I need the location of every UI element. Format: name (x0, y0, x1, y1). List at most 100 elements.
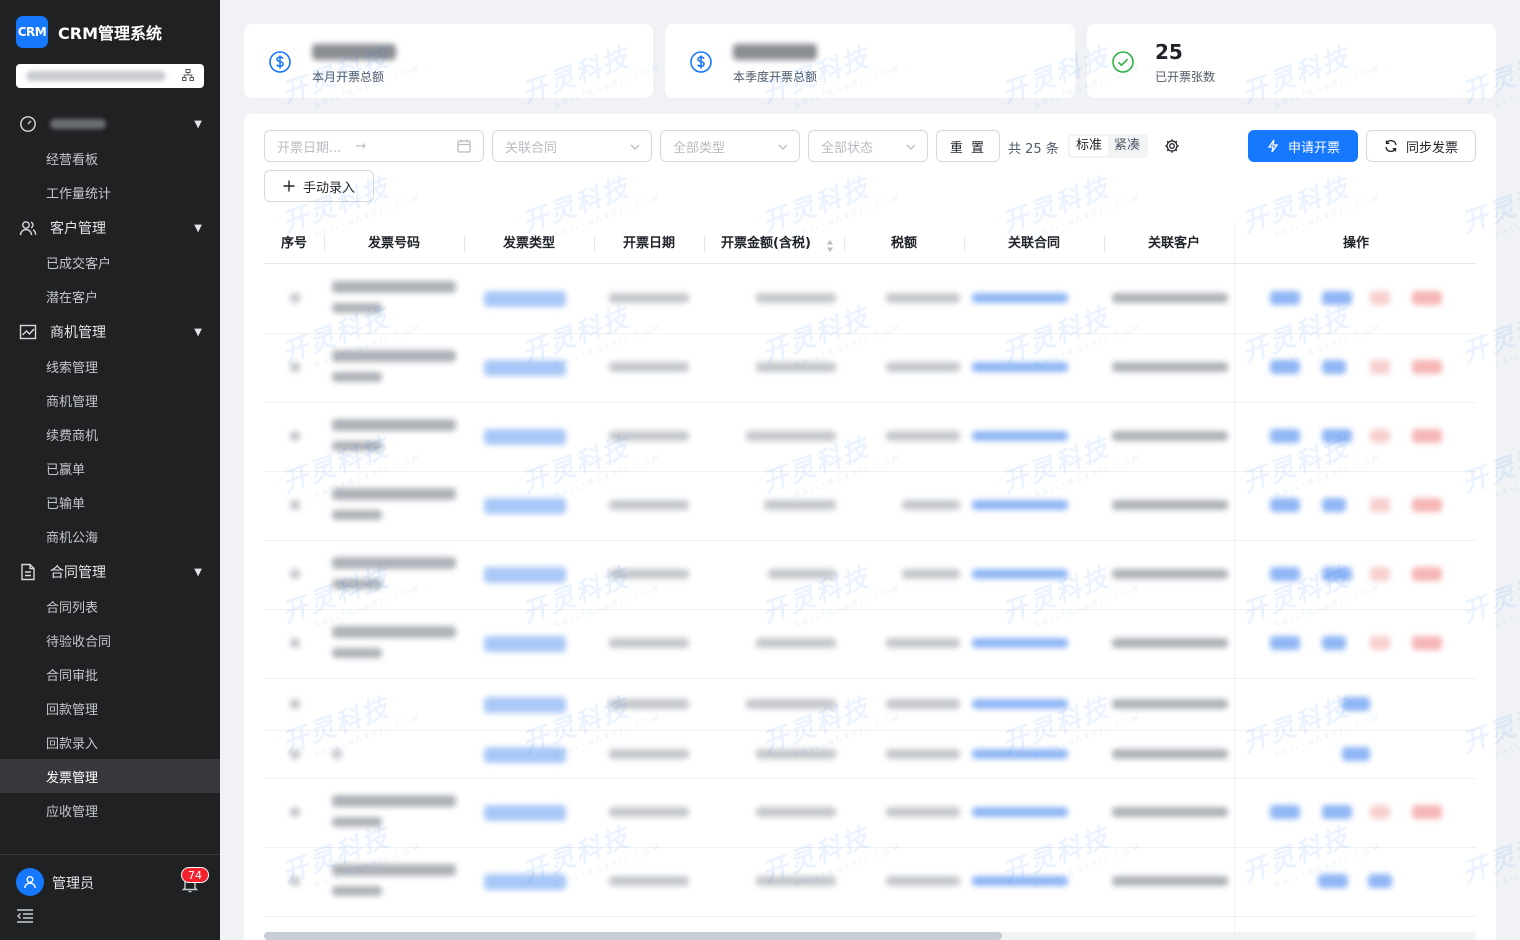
sidebar-item-opportunities[interactable]: 商机管理 (0, 383, 220, 417)
brand[interactable]: CRM CRM管理系统 (16, 15, 162, 49)
action-link-redacted[interactable] (1322, 498, 1346, 512)
density-option-compact[interactable]: 紧凑 (1108, 136, 1146, 156)
cell-redacted (609, 807, 689, 817)
nav-group-header-opportunities[interactable]: 商机管理 ▼ (0, 315, 220, 349)
cell-redacted (290, 807, 300, 817)
contract-link-redacted[interactable] (972, 749, 1068, 759)
action-link-redacted[interactable] (1322, 360, 1346, 374)
opportunity-chart-icon (18, 322, 38, 342)
table-row[interactable] (264, 779, 1476, 848)
action-link-redacted[interactable] (1412, 636, 1442, 650)
nav-group-header-contracts[interactable]: 合同管理 ▼ (0, 555, 220, 589)
action-link-redacted[interactable] (1270, 360, 1300, 374)
action-link-redacted[interactable] (1412, 360, 1442, 374)
action-link-redacted[interactable] (1370, 498, 1390, 512)
sidebar-item-contract-approval[interactable]: 合同审批 (0, 657, 220, 691)
action-link-redacted[interactable] (1322, 567, 1352, 581)
type-select[interactable]: 全部类型 (660, 130, 800, 162)
action-link-redacted[interactable] (1370, 360, 1390, 374)
sidebar-item-contract-list[interactable]: 合同列表 (0, 589, 220, 623)
action-link-redacted[interactable] (1270, 291, 1300, 305)
action-link-redacted[interactable] (1270, 567, 1300, 581)
table-row[interactable] (264, 679, 1476, 731)
column-header-amount[interactable]: 开票金额(含税) (704, 224, 844, 264)
organization-select[interactable] (16, 64, 204, 88)
action-link-redacted[interactable] (1322, 636, 1346, 650)
sidebar-item-closed-customers[interactable]: 已成交客户 (0, 245, 220, 279)
sidebar-item-leads[interactable]: 线索管理 (0, 349, 220, 383)
action-link-redacted[interactable] (1318, 874, 1348, 888)
action-link-redacted[interactable] (1412, 498, 1442, 512)
sidebar-item-opportunity-pool[interactable]: 商机公海 (0, 519, 220, 553)
contract-link-redacted[interactable] (972, 569, 1068, 579)
action-link-redacted[interactable] (1370, 567, 1390, 581)
table-row[interactable] (264, 610, 1476, 679)
action-link-redacted[interactable] (1322, 805, 1352, 819)
action-link-redacted[interactable] (1322, 429, 1352, 443)
sidebar-item-invoice-management[interactable]: 发票管理 (0, 759, 220, 793)
action-link-redacted[interactable] (1412, 429, 1442, 443)
cell-redacted (332, 419, 456, 431)
action-link-redacted[interactable] (1370, 636, 1390, 650)
table-row[interactable] (264, 731, 1476, 779)
action-link-redacted[interactable] (1412, 567, 1442, 581)
action-link-redacted[interactable] (1368, 874, 1392, 888)
sidebar-item-potential-customers[interactable]: 潜在客户 (0, 279, 220, 313)
sidebar-item-won-deals[interactable]: 已赢单 (0, 451, 220, 485)
manual-entry-button[interactable]: 手动录入 (264, 170, 374, 202)
reset-button[interactable]: 重 置 (936, 130, 1000, 162)
nav-group-header-customers[interactable]: 客户管理 ▼ (0, 211, 220, 245)
table-row[interactable] (264, 334, 1476, 403)
action-link-redacted[interactable] (1270, 429, 1300, 443)
nav-group-opportunities: 商机管理 ▼ 线索管理 商机管理 续费商机 已赢单 已输单 商机公海 (0, 315, 220, 553)
action-link-redacted[interactable] (1412, 291, 1442, 305)
horizontal-scrollbar[interactable] (264, 932, 1476, 940)
sync-invoice-button[interactable]: 同步发票 (1366, 130, 1476, 162)
sidebar-item-workload-stats[interactable]: 工作量统计 (0, 175, 220, 209)
gear-icon[interactable] (1164, 138, 1180, 158)
sort-icon[interactable] (826, 238, 834, 257)
invoice-type-tag-redacted (484, 747, 566, 763)
contract-link-redacted[interactable] (972, 362, 1068, 372)
action-link-redacted[interactable] (1342, 697, 1370, 711)
table-row[interactable] (264, 472, 1476, 541)
action-link-redacted[interactable] (1412, 805, 1442, 819)
contract-select[interactable]: 关联合同 (492, 130, 652, 162)
action-link-redacted[interactable] (1322, 291, 1352, 305)
table-row[interactable] (264, 403, 1476, 472)
sidebar-item-lost-deals[interactable]: 已输单 (0, 485, 220, 519)
apply-invoice-button[interactable]: 申请开票 (1248, 130, 1358, 162)
action-link-redacted[interactable] (1270, 805, 1300, 819)
sidebar-item-payment-entry[interactable]: 回款录入 (0, 725, 220, 759)
action-link-redacted[interactable] (1370, 805, 1390, 819)
cell-redacted (290, 876, 300, 886)
scrollbar-thumb[interactable] (264, 932, 1002, 940)
sidebar-item-business-dashboard[interactable]: 经营看板 (0, 141, 220, 175)
date-range-picker[interactable]: 开票日期... → (264, 130, 484, 162)
table-row[interactable] (264, 848, 1476, 917)
contract-link-redacted[interactable] (972, 876, 1068, 886)
table-row[interactable] (264, 541, 1476, 610)
action-link-redacted[interactable] (1342, 747, 1370, 761)
avatar[interactable] (16, 868, 44, 896)
contract-link-redacted[interactable] (972, 638, 1068, 648)
contract-link-redacted[interactable] (972, 293, 1068, 303)
sidebar-item-renewal-opportunities[interactable]: 续费商机 (0, 417, 220, 451)
sidebar-item-pending-acceptance[interactable]: 待验收合同 (0, 623, 220, 657)
contract-link-redacted[interactable] (972, 807, 1068, 817)
contract-link-redacted[interactable] (972, 431, 1068, 441)
action-link-redacted[interactable] (1370, 429, 1390, 443)
menu-collapse-icon[interactable] (16, 908, 34, 928)
contract-link-redacted[interactable] (972, 699, 1068, 709)
sidebar-item-receivables[interactable]: 应收管理 (0, 793, 220, 827)
action-link-redacted[interactable] (1270, 636, 1300, 650)
action-link-redacted[interactable] (1370, 291, 1390, 305)
status-select[interactable]: 全部状态 (808, 130, 928, 162)
table-row[interactable] (264, 265, 1476, 334)
nav-group-header-dashboard[interactable]: ▼ (0, 107, 220, 141)
contract-link-redacted[interactable] (972, 500, 1068, 510)
invoice-type-tag-redacted (484, 498, 566, 514)
sidebar-item-payment-management[interactable]: 回款管理 (0, 691, 220, 725)
action-link-redacted[interactable] (1270, 498, 1300, 512)
density-option-standard[interactable]: 标准 (1070, 136, 1109, 156)
